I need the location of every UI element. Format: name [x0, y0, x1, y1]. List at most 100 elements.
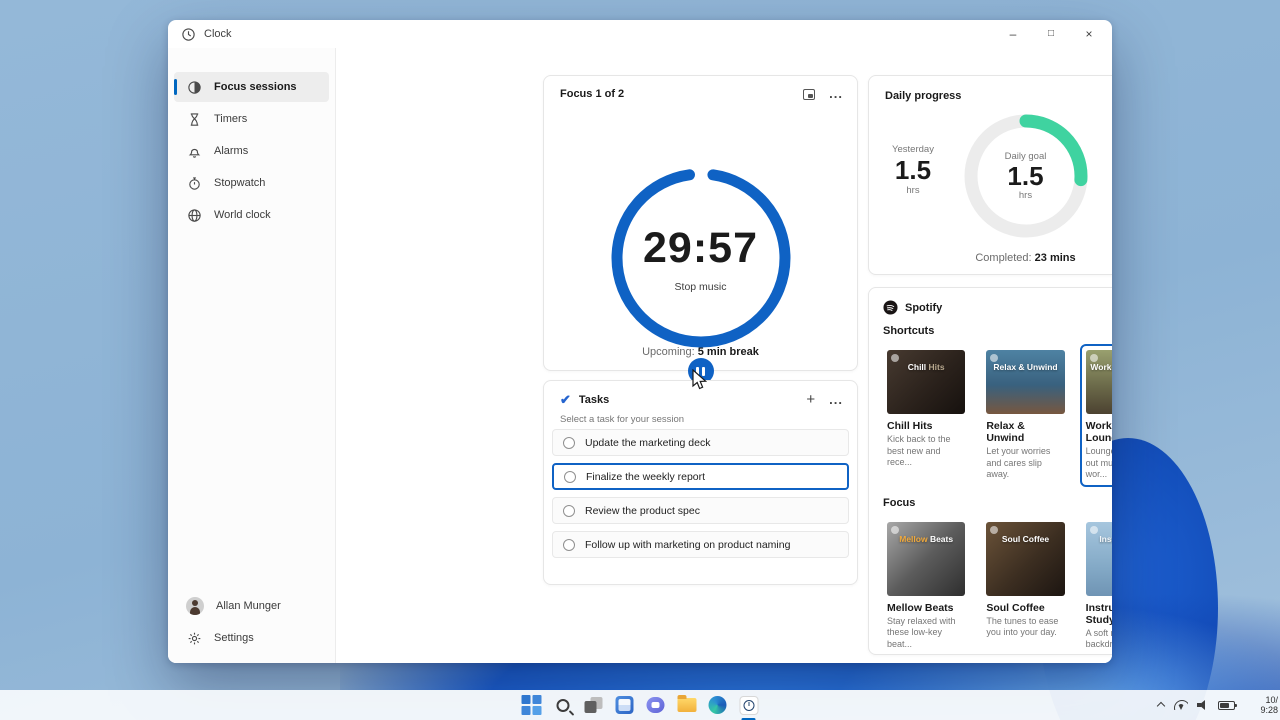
spotify-mini-icon	[990, 526, 998, 534]
add-task-button[interactable]: +	[806, 391, 815, 408]
task-label: Follow up with marketing on product nami…	[585, 539, 790, 551]
sidebar-item-world-clock[interactable]: World clock	[174, 200, 329, 230]
clock-app-icon	[180, 26, 196, 42]
playlist-art: Instrumental Study	[1086, 522, 1112, 596]
sidebar-item-label: Timers	[214, 113, 247, 125]
playlist-art: Chill Hits	[887, 350, 965, 414]
spotify-icon	[883, 300, 898, 315]
upcoming-value: 5 min break	[698, 346, 759, 358]
sidebar-item-focus-sessions[interactable]: Focus sessions	[174, 72, 329, 102]
task-row[interactable]: Update the marketing deck	[552, 429, 849, 456]
taskbar-time: 9:28	[1260, 705, 1278, 715]
hourglass-icon	[186, 111, 202, 127]
compact-mode-icon[interactable]	[803, 89, 815, 100]
titlebar[interactable]: Clock – □ ×	[168, 20, 1112, 48]
bell-icon	[186, 143, 202, 159]
completed-status: Completed: 23 mins	[869, 252, 1112, 264]
teams-chat-icon[interactable]	[645, 694, 667, 716]
spotify-mini-icon	[990, 354, 998, 362]
clock-app-taskbar-icon[interactable]	[738, 694, 760, 716]
stop-music-label[interactable]: Stop music	[675, 281, 727, 293]
task-radio[interactable]	[563, 437, 575, 449]
daily-card-title: Daily progress	[885, 90, 961, 102]
mouse-cursor	[692, 369, 710, 393]
stopwatch-icon	[186, 175, 202, 191]
volume-icon[interactable]	[1197, 700, 1209, 710]
task-row[interactable]: Follow up with marketing on product nami…	[552, 531, 849, 558]
focus-session-card: Focus 1 of 2 ... 29:57 Stop music	[543, 75, 858, 371]
maximize-button[interactable]: □	[1032, 20, 1070, 47]
sidebar-item-label: World clock	[214, 209, 271, 221]
completed-label: Completed:	[975, 252, 1031, 264]
task-view-icon[interactable]	[583, 694, 605, 716]
edge-browser-icon[interactable]	[707, 694, 729, 716]
daily-progress-card: Daily progress Yesterday 1.5 hrs	[868, 75, 1112, 275]
playlist-tile-mellow-beats[interactable]: Mellow Beats Mellow Beats Stay relaxed w…	[881, 516, 971, 657]
shortcuts-section-title: Shortcuts	[883, 325, 934, 337]
tasks-card: ✔ Tasks + ... Select a task for your ses…	[543, 380, 858, 585]
playlist-art: Relax & Unwind	[986, 350, 1064, 414]
task-label: Review the product spec	[585, 505, 700, 517]
focus-timer-ring: 29:57 Stop music	[606, 163, 796, 353]
task-row-selected[interactable]: Finalize the weekly report	[552, 463, 849, 490]
task-radio[interactable]	[563, 505, 575, 517]
wifi-icon[interactable]	[1174, 700, 1188, 710]
widgets-icon[interactable]	[614, 694, 636, 716]
task-radio[interactable]	[563, 539, 575, 551]
tasks-subtitle: Select a task for your session	[544, 408, 857, 429]
sidebar-item-alarms[interactable]: Alarms	[174, 136, 329, 166]
sidebar-item-stopwatch[interactable]: Stopwatch	[174, 168, 329, 198]
playlist-tile-relax-unwind[interactable]: Relax & Unwind Relax & Unwind Let your w…	[980, 344, 1070, 487]
focus-card-title: Focus 1 of 2	[560, 88, 624, 100]
spotify-mini-icon	[1090, 526, 1098, 534]
playlist-art: Workday Lounge	[1086, 350, 1112, 414]
sidebar: Focus sessions Timers Alarms Stopwatch	[168, 48, 336, 663]
daily-goal-ring: Daily goal 1.5 hrs	[962, 112, 1090, 240]
battery-icon[interactable]	[1218, 701, 1235, 710]
sidebar-item-settings[interactable]: Settings	[174, 623, 329, 653]
sidebar-item-label: Alarms	[214, 145, 248, 157]
gear-icon	[186, 630, 202, 646]
playlist-tile-chill-hits[interactable]: Chill Hits Chill Hits Kick back to the b…	[881, 344, 971, 487]
file-explorer-icon[interactable]	[676, 694, 698, 716]
streak-stat: Streak 5 days	[1098, 144, 1112, 196]
daily-goal-value: 1.5	[1007, 162, 1043, 190]
user-name: Allan Munger	[216, 600, 281, 612]
desktop: Clock – □ × Focus sessions Timers	[0, 0, 1280, 720]
taskbar-clock[interactable]: 10/ 9:28	[1244, 695, 1278, 715]
window-title: Clock	[204, 28, 232, 40]
sidebar-item-user[interactable]: Allan Munger	[174, 591, 329, 621]
task-radio[interactable]	[564, 471, 576, 483]
completed-value: 23 mins	[1035, 252, 1076, 264]
spotify-mini-icon	[891, 354, 899, 362]
task-label: Finalize the weekly report	[586, 471, 705, 483]
more-options-button[interactable]: ...	[829, 397, 843, 403]
sidebar-item-label: Stopwatch	[214, 177, 265, 189]
tasks-card-title: Tasks	[579, 394, 609, 406]
tray-chevron-icon[interactable]	[1157, 701, 1165, 709]
main-content: Focus 1 of 2 ... 29:57 Stop music	[336, 48, 1112, 663]
start-button[interactable]	[521, 694, 543, 716]
globe-icon	[186, 207, 202, 223]
task-row[interactable]: Review the product spec	[552, 497, 849, 524]
playlist-tile-workday-lounge[interactable]: Workday Lounge Workday Lounge Lounge and…	[1080, 344, 1112, 487]
playlist-art: Mellow Beats	[887, 522, 965, 596]
upcoming-break: Upcoming: 5 min break	[544, 346, 857, 358]
settings-label: Settings	[214, 632, 254, 644]
user-avatar	[186, 597, 204, 615]
playlist-art: Soul Coffee	[986, 522, 1064, 596]
upcoming-label: Upcoming:	[642, 346, 695, 358]
close-button[interactable]: ×	[1070, 20, 1108, 47]
focus-sessions-icon	[186, 79, 202, 95]
more-options-button[interactable]: ...	[829, 91, 843, 97]
minimize-button[interactable]: –	[994, 20, 1032, 47]
playlist-tile-instrumental-study[interactable]: Instrumental Study Instrumental Study A …	[1080, 516, 1112, 657]
playlist-tile-soul-coffee[interactable]: Soul Coffee Soul Coffee The tunes to eas…	[980, 516, 1070, 657]
spotify-mini-icon	[1090, 354, 1098, 362]
yesterday-stat: Yesterday 1.5 hrs	[873, 144, 953, 196]
focus-section-title: Focus	[883, 497, 915, 509]
search-icon[interactable]	[552, 694, 574, 716]
daily-goal-unit: hrs	[1019, 190, 1032, 201]
timer-remaining: 29:57	[643, 224, 758, 273]
sidebar-item-timers[interactable]: Timers	[174, 104, 329, 134]
